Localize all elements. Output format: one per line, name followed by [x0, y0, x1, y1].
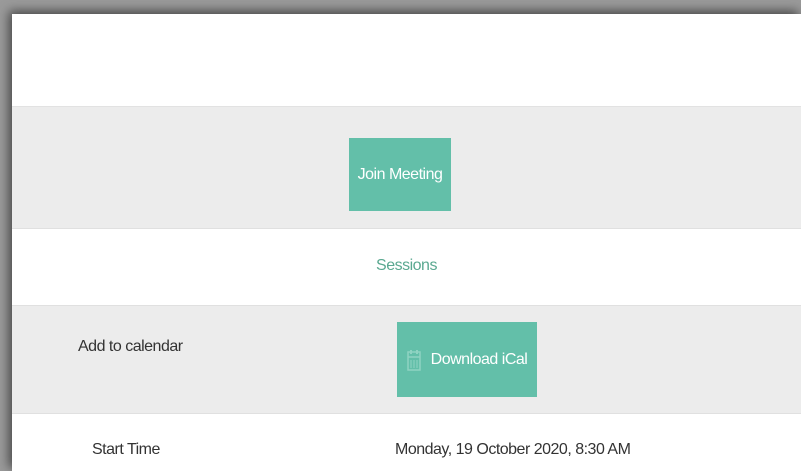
header-row: [12, 14, 801, 107]
join-meeting-button[interactable]: Join Meeting: [349, 138, 451, 211]
sessions-heading: Sessions: [376, 257, 437, 274]
calendar-icon: [406, 349, 421, 371]
meeting-panel: Join Meeting Sessions Add to calendar Do…: [12, 14, 801, 471]
download-ical-label: Download iCal: [430, 350, 528, 368]
start-time-value: Monday, 19 October 2020, 8:30 AM: [395, 441, 631, 458]
calendar-row: Add to calendar Download iCal: [12, 306, 801, 414]
start-time-label: Start Time: [92, 441, 160, 458]
join-meeting-label: Join Meeting: [357, 165, 443, 183]
join-row: Join Meeting: [12, 107, 801, 229]
start-time-row: Start Time Monday, 19 October 2020, 8:30…: [12, 414, 801, 471]
download-ical-button[interactable]: Download iCal: [397, 322, 537, 397]
window-frame: Join Meeting Sessions Add to calendar Do…: [0, 0, 801, 471]
add-to-calendar-label: Add to calendar: [78, 338, 183, 355]
sessions-row: Sessions: [12, 229, 801, 306]
